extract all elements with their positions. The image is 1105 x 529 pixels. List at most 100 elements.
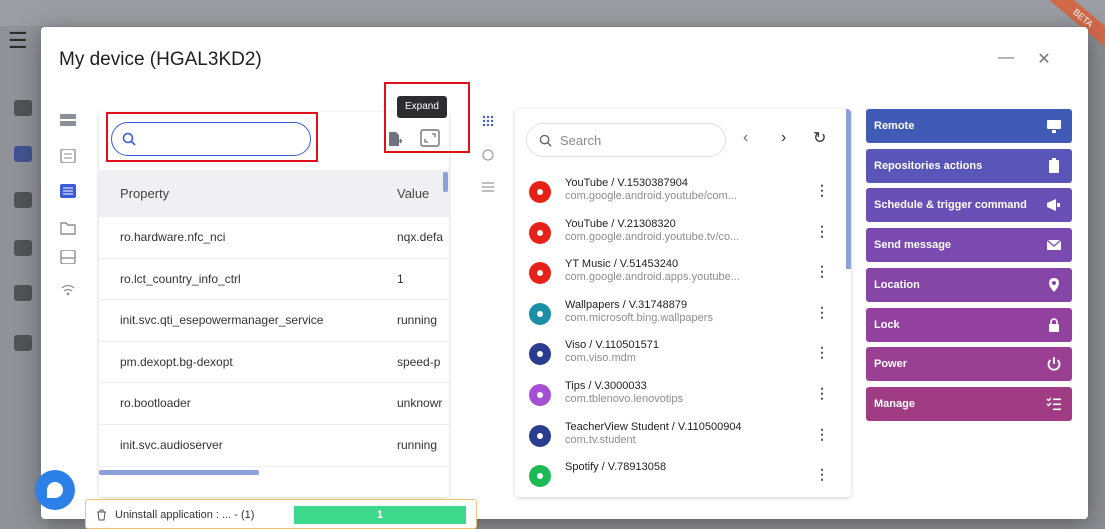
apps-list: YouTube / V.1530387904 com.google.android…	[515, 172, 851, 497]
bg-nav-icon-1	[14, 100, 32, 116]
minimize-button[interactable]: —	[996, 49, 1016, 67]
app-list-item[interactable]: YT Music / V.51453240 com.google.android.…	[515, 253, 851, 294]
properties-list-icon[interactable]	[60, 184, 76, 198]
app-list-item[interactable]: YouTube / V.21308320 com.google.android.y…	[515, 213, 851, 254]
app-options-button[interactable]: ⋮	[815, 182, 829, 199]
app-options-button[interactable]: ⋮	[815, 304, 829, 321]
app-name: YouTube / V.21308320	[565, 217, 676, 230]
apps-search-input[interactable]	[560, 132, 700, 148]
circle-view-icon[interactable]	[482, 149, 494, 161]
app-list-item[interactable]: Tips / V.3000033 com.tblenovo.lenovotips ⋮	[515, 375, 851, 416]
spotify-icon	[529, 465, 551, 488]
property-name: ro.bootloader	[120, 396, 191, 411]
uninstall-label: Uninstall application : ... - (1)	[115, 509, 255, 521]
wallpapers-icon	[529, 302, 551, 325]
property-value: speed-p	[397, 354, 441, 369]
action-label: Power	[874, 358, 908, 371]
device-info-icon[interactable]	[60, 113, 76, 127]
action-label: Repositories actions	[874, 159, 983, 172]
envelope-icon	[1046, 239, 1062, 251]
highlight-box-expand	[384, 82, 470, 153]
megaphone-icon	[1047, 199, 1060, 212]
app-name: YT Music / V.51453240	[565, 258, 679, 271]
refresh-button[interactable]: ↻	[813, 128, 826, 148]
action-button-power[interactable]: Power	[866, 347, 1072, 382]
property-value: running	[397, 437, 438, 452]
chat-button[interactable]	[35, 470, 75, 510]
location-pin-icon	[1049, 277, 1059, 292]
table-row[interactable]: ro.bootloader unknowr	[99, 383, 449, 425]
property-value: nqx.defa	[397, 230, 444, 244]
uninstall-progress-bar: 1	[294, 506, 466, 524]
property-name: ro.hardware.nfc_nci	[120, 230, 226, 244]
vertical-scrollbar[interactable]	[846, 109, 851, 269]
app-name: YouTube / V.1530387904	[565, 177, 688, 189]
app-options-button[interactable]: ⋮	[815, 263, 829, 280]
viso-icon	[529, 343, 551, 366]
list-view-icon[interactable]	[482, 181, 494, 193]
action-button-manage[interactable]: Manage	[866, 386, 1072, 421]
app-options-button[interactable]: ⋮	[815, 466, 829, 483]
app-list-item[interactable]: TeacherView Student / V.110500904 com.tv.…	[515, 416, 851, 457]
yt-music-icon	[529, 262, 551, 285]
app-package: com.microsoft.bing.wallpapers	[565, 311, 713, 324]
property-value: unknowr	[397, 396, 443, 411]
folder-icon[interactable]	[60, 221, 76, 235]
clipboard-icon	[1049, 157, 1059, 173]
column-header-value[interactable]: Value	[397, 186, 429, 201]
lock-icon	[1049, 317, 1059, 332]
app-list-item[interactable]: Spotify / V.78913058 ⋮	[515, 456, 851, 497]
properties-panel: Property Value ro.hardware.nfc_nci nqx.de…	[99, 112, 449, 497]
action-button-schedule-trigger-command[interactable]: Schedule & trigger command	[866, 188, 1072, 223]
wifi-settings-icon[interactable]	[60, 283, 76, 297]
app-options-button[interactable]: ⋮	[815, 426, 829, 443]
app-list-item[interactable]: Viso / V.110501571 com.viso.mdm ⋮	[515, 334, 851, 375]
action-label: Schedule & trigger command	[874, 199, 1027, 212]
apps-search[interactable]	[526, 123, 726, 157]
action-label: Remote	[874, 120, 915, 132]
app-name: Spotify / V.78913058	[565, 461, 667, 474]
action-button-send-message[interactable]: Send message	[866, 228, 1072, 263]
bg-nav-icon-2	[14, 146, 32, 162]
teacherview-icon	[529, 424, 551, 447]
app-list-item[interactable]: YouTube / V.1530387904 com.google.android…	[515, 172, 851, 213]
app-options-button[interactable]: ⋮	[815, 223, 829, 240]
table-row[interactable]: pm.dexopt.bg-dexopt speed-p	[99, 342, 449, 384]
highlight-box-search	[106, 112, 318, 162]
properties-table-header: Property Value	[99, 170, 449, 217]
vertical-scrollbar[interactable]	[443, 172, 448, 192]
property-value: 1	[397, 271, 404, 286]
table-row[interactable]: init.svc.qti_esepowermanager_service runn…	[99, 300, 449, 342]
property-name: init.svc.qti_esepowermanager_service	[120, 313, 324, 328]
action-button-remote[interactable]: Remote	[866, 109, 1072, 143]
property-name: ro.lct_country_info_ctrl	[120, 271, 241, 286]
next-page-button[interactable]: ›	[781, 129, 786, 147]
action-button-location[interactable]: Location	[866, 267, 1072, 302]
applications-panel: ‹ › ↻ YouTube / V.1530387904 com.google.a…	[515, 109, 851, 497]
app-list-item[interactable]: Wallpapers / V.31748879 com.microsoft.bin…	[515, 294, 851, 335]
search-icon	[539, 134, 552, 147]
property-value: running	[397, 313, 438, 328]
hamburger-menu-icon: ☰	[8, 28, 28, 53]
background-topbar	[0, 0, 1105, 26]
table-row[interactable]: ro.hardware.nfc_nci nqx.defa	[99, 217, 449, 259]
column-header-property[interactable]: Property	[120, 186, 169, 201]
app-name: TeacherView Student / V.110500904	[565, 420, 742, 433]
grid-view-icon[interactable]	[482, 115, 494, 127]
table-row[interactable]: ro.lct_country_info_ctrl 1	[99, 259, 449, 301]
horizontal-scrollbar[interactable]	[99, 470, 259, 475]
app-options-button[interactable]: ⋮	[815, 385, 829, 402]
storage-icon[interactable]	[60, 249, 76, 265]
youtube-icon	[529, 181, 551, 203]
app-options-button[interactable]: ⋮	[815, 344, 829, 361]
app-package: com.google.android.apps.youtube...	[565, 271, 740, 284]
previous-page-button[interactable]: ‹	[743, 129, 748, 147]
action-button-repositories-actions[interactable]: Repositories actions	[866, 148, 1072, 183]
checklist-icon	[1046, 397, 1061, 410]
table-row[interactable]: init.svc.audioserver running	[99, 425, 449, 467]
action-button-lock[interactable]: Lock	[866, 307, 1072, 342]
close-button[interactable]: ✕	[1034, 49, 1054, 69]
device-modal: My device (HGAL3KD2) — ✕ Property Value …	[41, 27, 1088, 519]
details-icon[interactable]	[60, 148, 76, 164]
bg-nav-icon-4	[14, 240, 32, 256]
